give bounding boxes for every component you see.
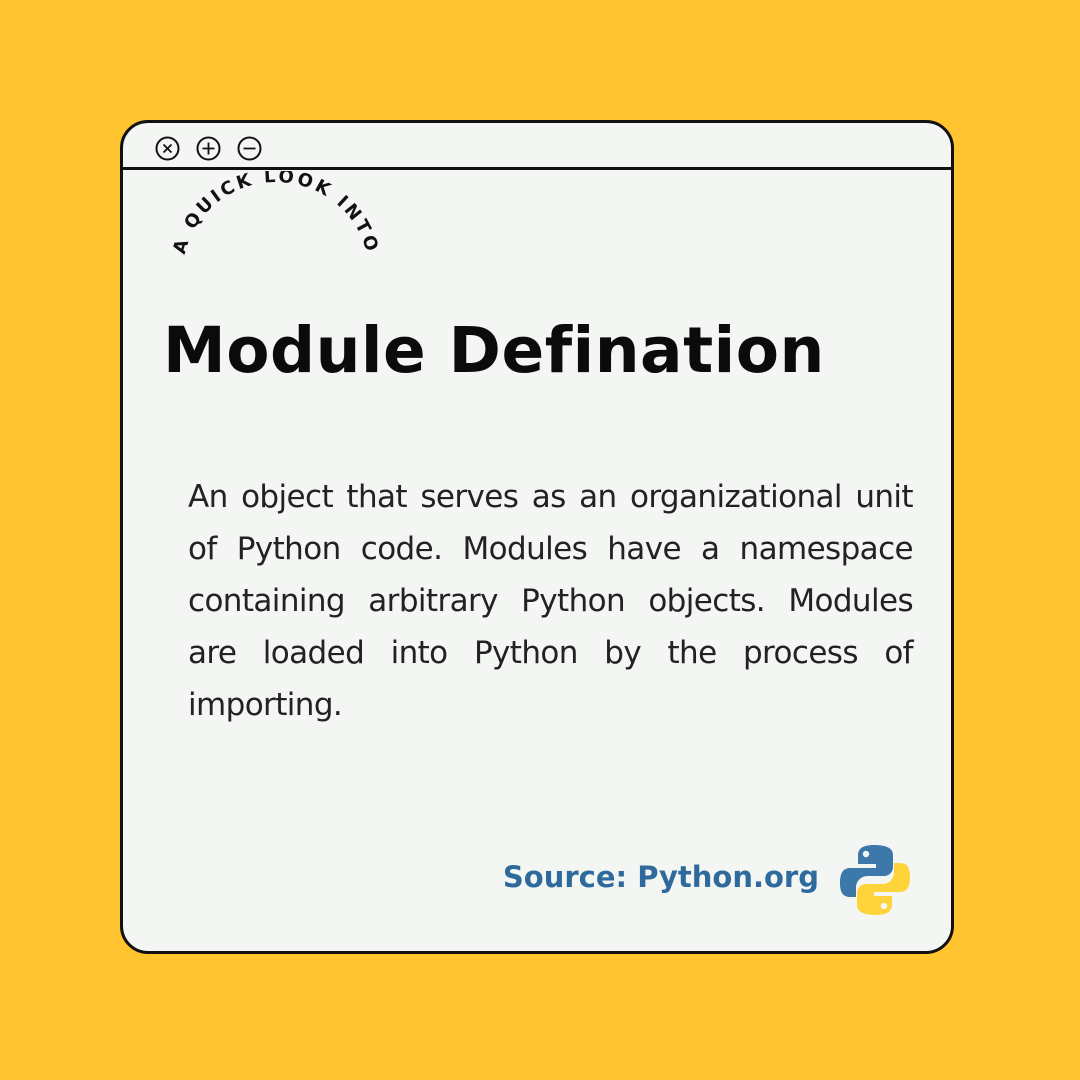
arc-kicker-text: A QUICK LOOK INTO — [169, 171, 383, 257]
minus-icon[interactable] — [237, 136, 262, 161]
python-logo-icon — [840, 845, 910, 915]
window-titlebar — [123, 123, 951, 170]
definition-text: An object that serves as an organization… — [188, 479, 914, 723]
page-title: Module Defination — [163, 314, 825, 387]
browser-window: A QUICK LOOK INTO Module Defination An o… — [120, 120, 954, 954]
plus-icon[interactable] — [196, 136, 221, 161]
source-link[interactable]: Source: Python.org — [503, 855, 819, 899]
kicker-text: A QUICK LOOK INTO — [169, 171, 383, 257]
close-icon[interactable] — [155, 136, 180, 161]
